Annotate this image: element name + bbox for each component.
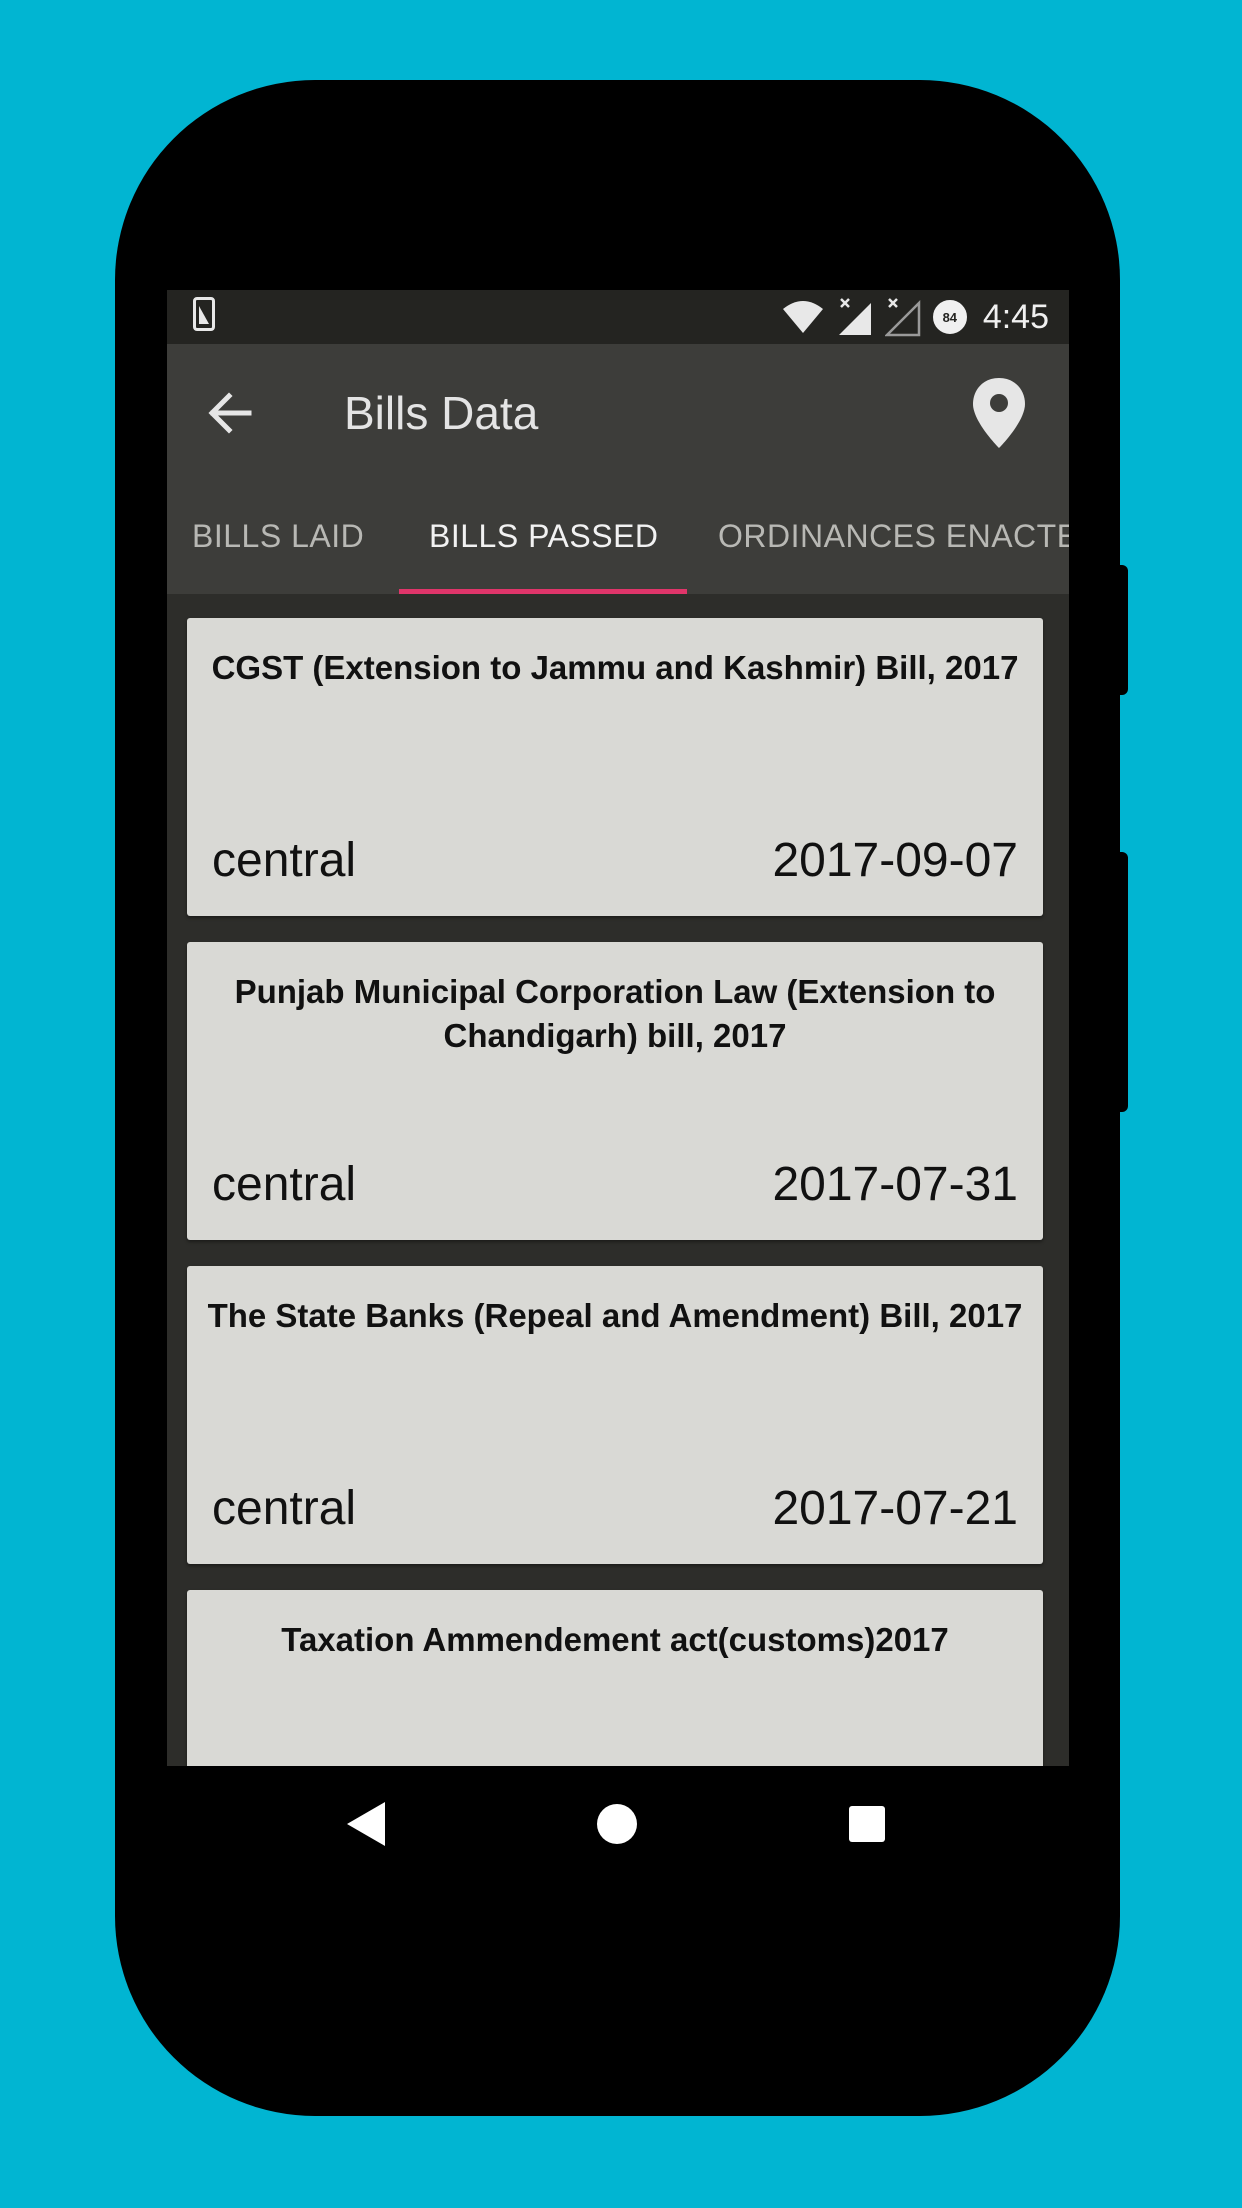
wifi-icon bbox=[782, 301, 823, 333]
bill-card[interactable]: CGST (Extension to Jammu and Kashmir) Bi… bbox=[187, 618, 1043, 916]
screenshot-icon bbox=[193, 297, 215, 331]
bill-title: Taxation Ammendement act(customs)2017 bbox=[281, 1621, 949, 1658]
signal-icon bbox=[838, 298, 871, 335]
signal-icon bbox=[884, 298, 921, 337]
nav-back-icon[interactable] bbox=[347, 1802, 385, 1846]
tab-bills-laid[interactable]: BILLS LAID bbox=[192, 482, 364, 594]
bill-date: 2017-07-31 bbox=[772, 1158, 1018, 1211]
bill-type: central bbox=[212, 1482, 357, 1535]
battery-level: 84 bbox=[942, 309, 958, 325]
phone-side-button-power bbox=[1118, 565, 1128, 695]
map-pin-icon[interactable] bbox=[971, 376, 1027, 450]
phone-side-button-volume bbox=[1118, 852, 1128, 1112]
status-bar: 84 4:45 bbox=[167, 290, 1069, 344]
bill-type: central bbox=[212, 834, 357, 887]
bill-type: central bbox=[212, 1158, 357, 1211]
status-time: 4:45 bbox=[982, 297, 1049, 336]
nav-recents-icon[interactable] bbox=[849, 1806, 885, 1842]
nav-home-icon[interactable] bbox=[597, 1804, 637, 1844]
status-icons: 84 4:45 bbox=[781, 294, 1049, 340]
bill-date: 2017-09-07 bbox=[772, 834, 1018, 887]
bill-card[interactable]: Punjab Municipal Corporation Law (Extens… bbox=[187, 942, 1043, 1240]
app-screen: 84 4:45 Bills Data BILLS LAID BILLS PASS… bbox=[167, 290, 1069, 1882]
tab-ordinances-enacted[interactable]: ORDINANCES ENACTED bbox=[718, 482, 1069, 594]
bill-title: Punjab Municipal Corporation Law (Extens… bbox=[234, 973, 996, 1054]
tab-bills-passed[interactable]: BILLS PASSED bbox=[429, 482, 659, 594]
arrow-back-icon[interactable] bbox=[207, 390, 253, 436]
bill-card[interactable]: The State Banks (Repeal and Amendment) B… bbox=[187, 1266, 1043, 1564]
navigation-bar bbox=[167, 1766, 1069, 1882]
bill-date: 2017-07-21 bbox=[772, 1482, 1018, 1535]
tab-bar: BILLS LAID BILLS PASSED ORDINANCES ENACT… bbox=[167, 482, 1069, 594]
bill-title: CGST (Extension to Jammu and Kashmir) Bi… bbox=[211, 649, 1019, 686]
bills-list: CGST (Extension to Jammu and Kashmir) Bi… bbox=[167, 594, 1069, 1882]
page-title: Bills Data bbox=[344, 387, 539, 439]
app-bar: Bills Data bbox=[167, 344, 1069, 482]
battery-icon: 84 bbox=[932, 300, 967, 334]
bill-title: The State Banks (Repeal and Amendment) B… bbox=[207, 1297, 1023, 1334]
